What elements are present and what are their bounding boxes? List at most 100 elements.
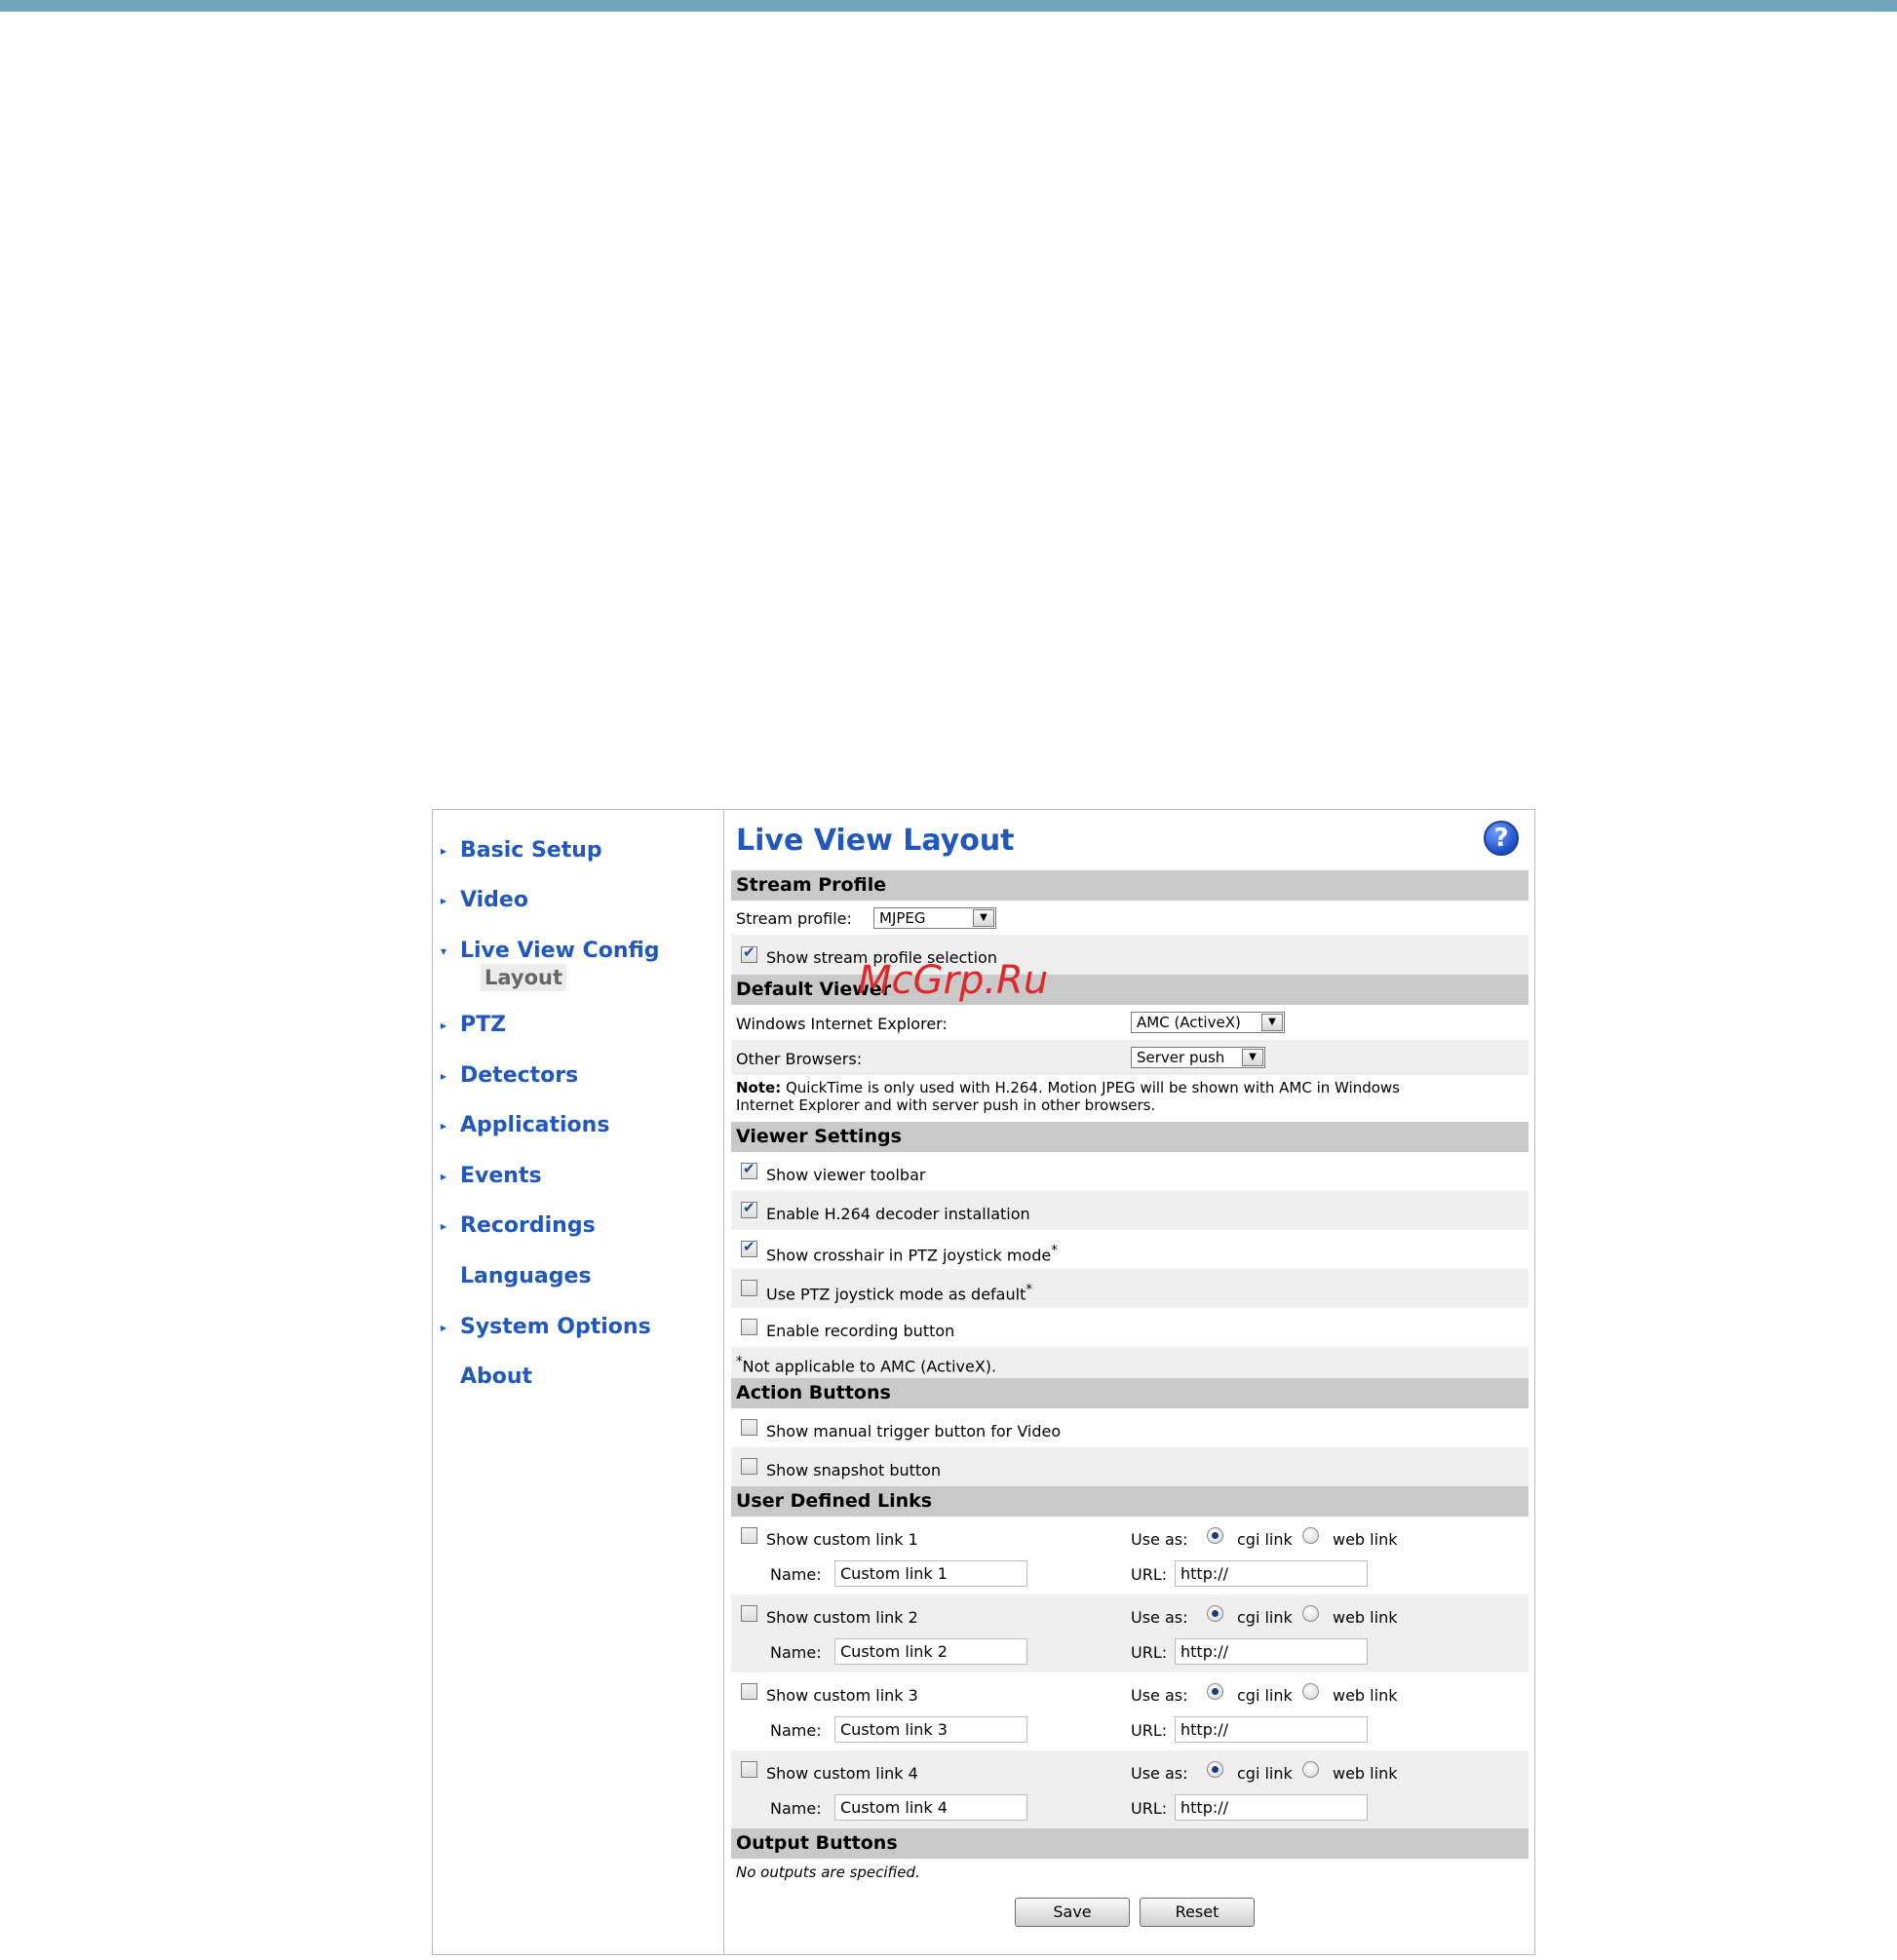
other-browsers-value: Server push — [1137, 1049, 1225, 1066]
web-link-radio[interactable] — [1302, 1761, 1319, 1778]
show-viewer-toolbar-checkbox[interactable] — [741, 1160, 757, 1179]
ie-viewer-select[interactable]: AMC (ActiveX) ▼ — [1131, 1012, 1285, 1033]
sidebar-item-video[interactable]: ▸ Video — [441, 886, 528, 915]
ie-viewer-label: Windows Internet Explorer: — [736, 1015, 948, 1033]
manual-trigger-checkbox[interactable] — [741, 1419, 757, 1436]
sidebar-item-label: System Options — [460, 1315, 651, 1339]
sidebar-item-label: Events — [460, 1164, 542, 1188]
show-custom-link-checkbox[interactable] — [741, 1605, 757, 1622]
custom-link-name-input[interactable]: Custom link 4 — [834, 1794, 1027, 1821]
viewer-note-line-2: Internet Explorer and with server push i… — [736, 1096, 1156, 1114]
custom-link-label: Show custom link 4 — [766, 1764, 918, 1783]
sidebar-item-label: PTZ — [460, 1013, 507, 1037]
section-header-viewer-settings: Viewer Settings — [731, 1122, 1529, 1152]
viewer-footnote-row: *Not applicable to AMC (ActiveX). — [731, 1347, 1529, 1378]
custom-link-row: Show custom link 3 Use as: cgi link web … — [731, 1672, 1529, 1750]
custom-link-name-input[interactable]: Custom link 1 — [834, 1560, 1027, 1587]
dropdown-arrow-icon: ▼ — [1261, 1014, 1283, 1031]
stream-profile-select[interactable]: MJPEG ▼ — [873, 907, 996, 929]
show-stream-profile-checkbox[interactable] — [741, 943, 757, 963]
other-browsers-select[interactable]: Server push ▼ — [1131, 1047, 1265, 1068]
viewer-note: Note: QuickTime is only used with H.264.… — [731, 1075, 1529, 1114]
footnote-marker: * — [736, 1355, 743, 1369]
sidebar-item-label: Detectors — [460, 1063, 579, 1088]
sidebar-item-events[interactable]: ▸ Events — [441, 1162, 542, 1191]
sidebar-item-system-options[interactable]: ▸ System Options — [441, 1313, 651, 1342]
sidebar-item-ptz[interactable]: ▸ PTZ — [441, 1011, 506, 1040]
enable-h264-checkbox[interactable] — [741, 1199, 757, 1218]
viewer-setting-text: Show crosshair in PTZ joystick mode — [766, 1246, 1052, 1265]
viewer-setting-label: Enable H.264 decoder installation — [766, 1205, 1030, 1223]
custom-link-url-input[interactable]: http:// — [1175, 1560, 1368, 1587]
footnote-marker: * — [1026, 1283, 1033, 1297]
help-icon[interactable]: ? — [1484, 821, 1519, 856]
cgi-link-radio[interactable] — [1207, 1527, 1223, 1544]
viewer-setting-text: Enable H.264 decoder installation — [766, 1205, 1030, 1223]
save-button[interactable]: Save — [1015, 1898, 1130, 1927]
viewer-setting-text: Use PTZ joystick mode as default — [766, 1285, 1026, 1304]
web-link-label: web link — [1333, 1764, 1398, 1783]
output-buttons-row: No outputs are specified. — [731, 1859, 1529, 1886]
section-header-user-links: User Defined Links — [731, 1486, 1529, 1517]
action-button-row: Show snapshot button — [731, 1447, 1529, 1486]
ie-viewer-value: AMC (ActiveX) — [1137, 1014, 1241, 1031]
snapshot-button-checkbox[interactable] — [741, 1458, 757, 1475]
sidebar-item-label: Recordings — [460, 1213, 596, 1238]
custom-link-url-input[interactable]: http:// — [1175, 1794, 1368, 1821]
top-accent-bar — [0, 0, 1897, 12]
chevron-right-icon: ▸ — [441, 1119, 447, 1133]
sidebar-nav: ▸ Basic Setup ▸ Video ▾ Live View Config La… — [433, 810, 724, 1954]
name-label: Name: — [770, 1565, 822, 1584]
custom-link-name-input[interactable]: Custom link 3 — [834, 1716, 1027, 1743]
cgi-link-label: cgi link — [1237, 1764, 1293, 1783]
web-link-radio[interactable] — [1302, 1605, 1319, 1622]
sidebar-item-label: Applications — [460, 1113, 610, 1137]
other-browsers-label: Other Browsers: — [736, 1050, 863, 1068]
sidebar-item-live-view-config[interactable]: ▾ Live View Config — [441, 937, 660, 966]
sidebar-item-about[interactable]: About — [441, 1363, 532, 1392]
enable-recording-button-checkbox[interactable] — [741, 1319, 757, 1335]
web-link-radio[interactable] — [1302, 1683, 1319, 1700]
show-crosshair-checkbox[interactable] — [741, 1238, 757, 1257]
reset-button[interactable]: Reset — [1140, 1898, 1255, 1927]
cgi-link-label: cgi link — [1237, 1686, 1293, 1705]
viewer-setting-label: Use PTZ joystick mode as default* — [766, 1283, 1032, 1303]
web-link-radio[interactable] — [1302, 1527, 1319, 1544]
viewer-setting-label: Show viewer toolbar — [766, 1166, 925, 1184]
show-custom-link-checkbox[interactable] — [741, 1527, 757, 1544]
custom-link-url-input[interactable]: http:// — [1175, 1638, 1368, 1665]
show-custom-link-checkbox[interactable] — [741, 1683, 757, 1700]
section-header-stream-profile: Stream Profile — [731, 870, 1529, 901]
sidebar-item-label: Languages — [460, 1264, 592, 1288]
cgi-link-radio[interactable] — [1207, 1761, 1223, 1778]
web-link-label: web link — [1333, 1530, 1398, 1549]
sidebar-item-basic-setup[interactable]: ▸ Basic Setup — [441, 836, 602, 865]
sidebar-item-languages[interactable]: Languages — [441, 1262, 592, 1291]
sidebar-item-detectors[interactable]: ▸ Detectors — [441, 1061, 578, 1091]
sidebar-subitem-layout[interactable]: Layout — [481, 964, 567, 991]
viewer-note-line-1: Note: QuickTime is only used with H.264.… — [736, 1079, 1400, 1096]
sidebar-item-applications[interactable]: ▸ Applications — [441, 1111, 609, 1140]
sidebar-item-label: Live View Config — [460, 939, 660, 963]
chevron-right-icon: ▸ — [441, 1018, 447, 1032]
viewer-setting-text: Enable recording button — [766, 1322, 955, 1340]
sidebar-item-recordings[interactable]: ▸ Recordings — [441, 1211, 596, 1241]
sidebar-item-label: Video — [460, 888, 528, 912]
cgi-link-radio[interactable] — [1207, 1683, 1223, 1700]
use-as-label: Use as: — [1131, 1686, 1188, 1705]
ptz-joystick-default-checkbox[interactable] — [741, 1280, 757, 1296]
dropdown-arrow-icon: ▼ — [973, 909, 994, 927]
custom-link-label: Show custom link 1 — [766, 1530, 918, 1549]
name-label: Name: — [770, 1643, 822, 1662]
show-custom-link-checkbox[interactable] — [741, 1761, 757, 1778]
settings-window: ▸ Basic Setup ▸ Video ▾ Live View Config La… — [432, 809, 1535, 1955]
action-button-label: Show snapshot button — [766, 1461, 942, 1480]
section-header-default-viewer: Default Viewer — [731, 975, 1529, 1005]
cgi-link-radio[interactable] — [1207, 1605, 1223, 1622]
no-outputs-text: No outputs are specified. — [736, 1864, 920, 1881]
ie-viewer-row: Windows Internet Explorer: AMC (ActiveX)… — [731, 1005, 1529, 1040]
use-as-label: Use as: — [1131, 1530, 1188, 1549]
show-stream-profile-row: Show stream profile selection — [731, 935, 1529, 975]
custom-link-url-input[interactable]: http:// — [1175, 1716, 1368, 1743]
custom-link-name-input[interactable]: Custom link 2 — [834, 1638, 1027, 1665]
